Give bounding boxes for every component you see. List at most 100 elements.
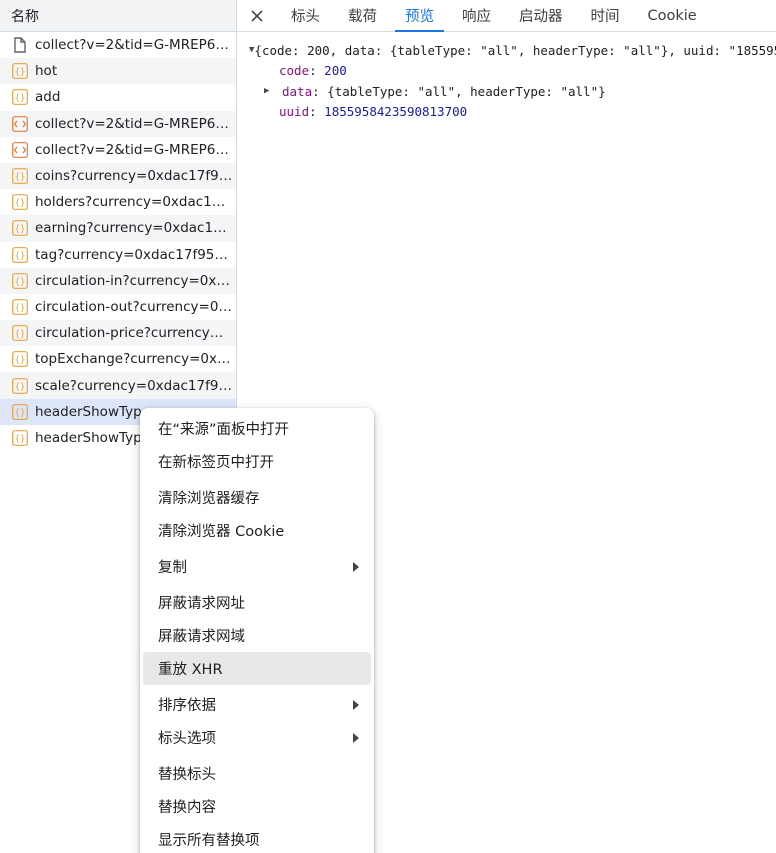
request-row[interactable]: collect?v=2&tid=G-MREP6F... [0, 110, 236, 137]
svg-text:{}: {} [15, 408, 26, 418]
menu-item-override-headers[interactable]: 替换标头 [143, 757, 371, 790]
json-key: data [282, 83, 313, 99]
json-prop-data[interactable]: ▶ data: {tableType: "all", headerType: "… [249, 81, 776, 102]
request-row[interactable]: {} add [0, 84, 236, 110]
json-value: 1855958423590813700 [324, 104, 468, 120]
svg-text:{}: {} [15, 330, 26, 340]
json-summary: {code: 200, data: {tableType: "all", hea… [254, 42, 776, 58]
request-row[interactable]: collect?v=2&tid=G-MREP6F... [0, 137, 236, 163]
json-preview: ▼ {code: 200, data: {tableType: "all", h… [237, 32, 776, 122]
svg-text:{}: {} [15, 382, 26, 392]
request-name: holders?currency=0xdac17f... [35, 194, 233, 211]
svg-text:{}: {} [15, 277, 26, 287]
svg-text:{}: {} [15, 303, 26, 313]
tab-timing[interactable]: 时间 [577, 0, 634, 31]
svg-text:{}: {} [15, 199, 26, 209]
fetch-json-icon: {} [12, 246, 28, 263]
menu-item-copy[interactable]: 复制 [143, 550, 371, 583]
json-key: code [279, 63, 310, 79]
fetch-json-icon: {} [12, 325, 28, 342]
request-name: circulation-price?currency=... [35, 325, 233, 342]
request-row[interactable]: {} circulation-price?currency=... [0, 320, 236, 347]
request-name: scale?currency=0xdac17f95... [35, 377, 233, 394]
request-name: collect?v=2&tid=G-MREP6F... [35, 141, 233, 158]
fetch-json-icon: {} [12, 430, 28, 446]
collapsed-triangle-icon[interactable]: ▶ [264, 86, 282, 96]
fetch-json-icon: {} [12, 403, 28, 420]
svg-text:{}: {} [15, 173, 26, 183]
menu-item-replay-xhr[interactable]: 重放 XHR [143, 652, 371, 685]
request-list: collect?v=2&tid=G-MREP6F... {} hot {} ad… [0, 32, 236, 451]
fetch-json-icon: {} [12, 351, 28, 368]
tab-cookies[interactable]: Cookie [634, 0, 711, 31]
menu-item-block-domain[interactable]: 屏蔽请求网域 [143, 619, 371, 652]
request-name: coins?currency=0xdac17f95... [35, 168, 233, 185]
tab-response[interactable]: 响应 [448, 0, 505, 31]
tab-initiator[interactable]: 启动器 [505, 0, 577, 31]
request-row[interactable]: {} hot [0, 58, 236, 85]
submenu-arrow-icon [353, 561, 359, 572]
svg-text:{}: {} [15, 225, 26, 235]
request-name: headerShowType [35, 403, 150, 420]
request-row[interactable]: {} coins?currency=0xdac17f95... [0, 162, 236, 190]
tab-preview[interactable]: 预览 [391, 0, 448, 32]
request-name: add [35, 89, 61, 106]
request-name: circulation-in?currency=0xd... [35, 272, 233, 289]
json-root-line[interactable]: ▼ {code: 200, data: {tableType: "all", h… [249, 40, 776, 61]
menu-item-block-url[interactable]: 屏蔽请求网址 [143, 586, 371, 619]
request-name: tag?currency=0xdac17f958... [35, 246, 233, 263]
request-row[interactable]: {} holders?currency=0xdac17f... [0, 189, 236, 215]
menu-item-clear-cache[interactable]: 清除浏览器缓存 [143, 481, 371, 514]
svg-text:{}: {} [15, 94, 26, 104]
svg-text:{}: {} [15, 356, 26, 366]
tab-payload[interactable]: 载荷 [334, 0, 391, 31]
request-name: topExchange?currency=0xd... [35, 351, 233, 368]
details-tabbar: 标头 载荷 预览 响应 启动器 时间 Cookie [237, 0, 776, 32]
request-row[interactable]: {} earning?currency=0xdac17f... [0, 215, 236, 242]
menu-item-clear-cookies[interactable]: 清除浏览器 Cookie [143, 514, 371, 547]
submenu-arrow-icon [353, 699, 359, 710]
fetch-json-icon: {} [12, 168, 28, 184]
fetch-json-icon: {} [12, 89, 28, 106]
json-prop-uuid: uuid: 1855958423590813700 [279, 104, 468, 120]
fetch-json-icon: {} [12, 299, 28, 315]
request-name: earning?currency=0xdac17f... [35, 220, 233, 237]
menu-item-header-options[interactable]: 标头选项 [143, 721, 371, 754]
svg-text:{}: {} [15, 251, 26, 261]
context-menu: 在“来源”面板中打开 在新标签页中打开 清除浏览器缓存 清除浏览器 Cookie… [140, 408, 374, 853]
request-name: collect?v=2&tid=G-MREP6F... [35, 37, 233, 54]
json-value: 200 [324, 63, 347, 79]
json-key: uuid [279, 104, 310, 120]
fetch-json-icon: {} [12, 377, 28, 394]
name-column-label: 名称 [11, 8, 39, 25]
menu-item-override-content[interactable]: 替换内容 [143, 790, 371, 823]
request-row[interactable]: {} circulation-out?currency=0x... [0, 294, 236, 320]
menu-item-open-in-new-tab[interactable]: 在新标签页中打开 [143, 445, 371, 478]
request-row[interactable]: {} tag?currency=0xdac17f958... [0, 242, 236, 268]
menu-item-open-in-sources[interactable]: 在“来源”面板中打开 [143, 412, 371, 445]
fetch-json-icon: {} [12, 63, 28, 80]
request-row[interactable]: {} scale?currency=0xdac17f95... [0, 372, 236, 399]
svg-text:{}: {} [15, 434, 26, 444]
fetch-json-icon: {} [12, 194, 28, 211]
json-prop-code: code: 200 [279, 63, 347, 79]
request-name: circulation-out?currency=0x... [35, 298, 233, 315]
fetch-json-icon: {} [12, 272, 28, 289]
close-icon[interactable] [237, 0, 277, 31]
request-row[interactable]: {} circulation-in?currency=0xd... [0, 267, 236, 294]
fetch-json-icon: {} [12, 220, 28, 237]
devtools-network-panel: 名称 collect?v=2&tid=G-MREP6F... {} hot {}… [0, 0, 776, 853]
request-row[interactable]: {} topExchange?currency=0xd... [0, 346, 236, 372]
svg-text:{}: {} [15, 68, 26, 78]
document-icon [12, 37, 28, 53]
ping-icon [12, 141, 28, 158]
menu-item-sort-by[interactable]: 排序依据 [143, 688, 371, 721]
json-value: {tableType: "all", headerType: "all"} [327, 83, 606, 99]
request-name: collect?v=2&tid=G-MREP6F... [35, 115, 233, 132]
tab-headers[interactable]: 标头 [277, 0, 334, 31]
menu-item-show-all-overrides[interactable]: 显示所有替换项 [143, 823, 371, 853]
name-column-header[interactable]: 名称 [0, 0, 236, 32]
request-row[interactable]: collect?v=2&tid=G-MREP6F... [0, 32, 236, 58]
request-name: hot [35, 63, 58, 80]
ping-icon [12, 115, 28, 132]
